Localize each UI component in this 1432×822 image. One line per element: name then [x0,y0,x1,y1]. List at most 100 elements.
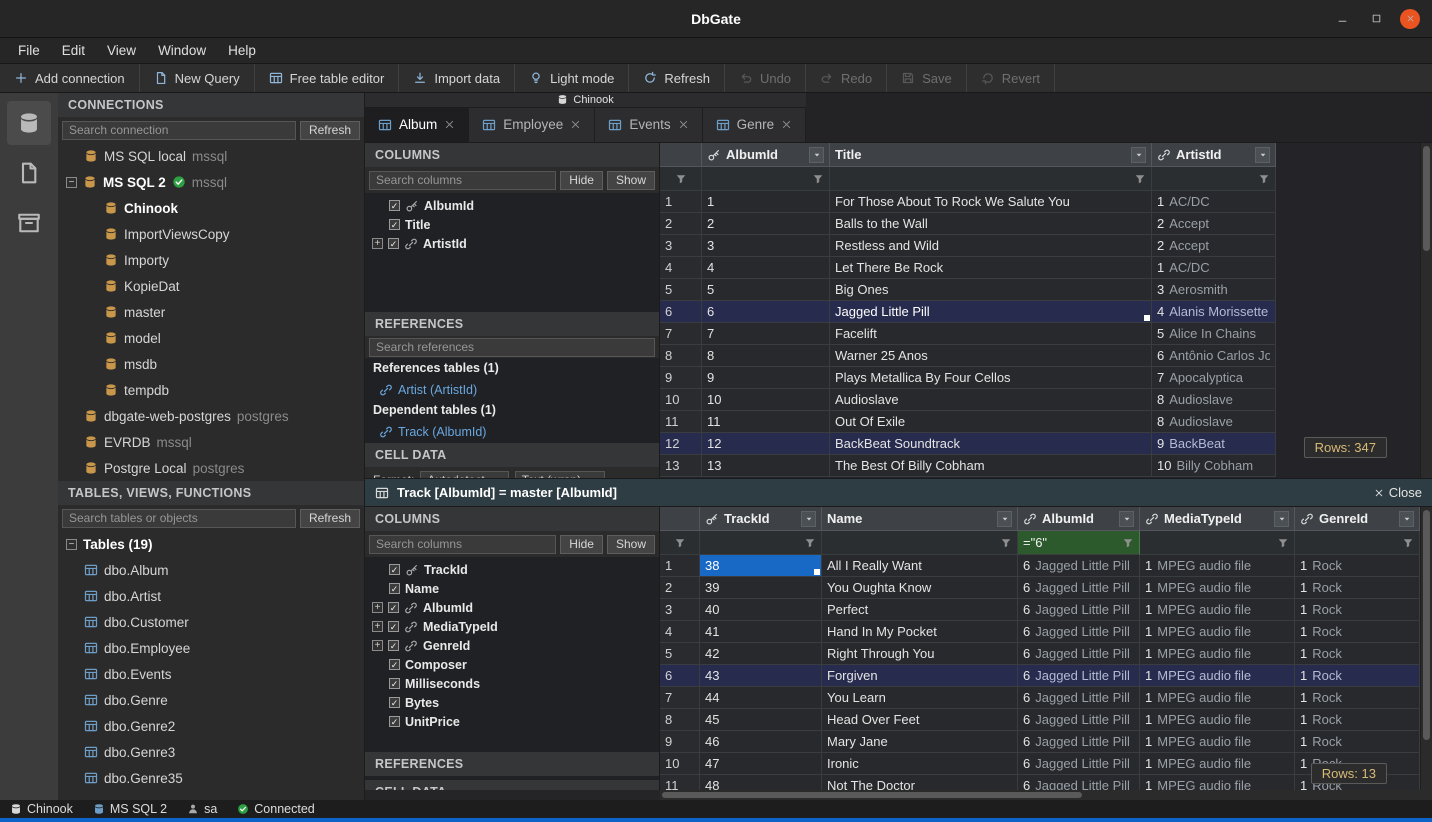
cell-title[interactable]: BackBeat Soundtrack [830,433,1152,455]
scrollbar-thumb[interactable] [1423,510,1430,740]
column-header-name[interactable]: Name [822,507,1018,531]
cell-genreid[interactable]: 1Rock [1295,643,1420,665]
table-item-dbo-events[interactable]: dbo.Events [58,661,364,687]
cell-trackid[interactable]: 43 [700,665,822,687]
row-number[interactable]: 3 [660,235,702,257]
cell-albumid[interactable]: 8 [702,345,830,367]
tab-events[interactable]: Events [595,108,702,142]
cell-trackid[interactable]: 48 [700,775,822,790]
table-item-dbo-genre3[interactable]: dbo.Genre3 [58,739,364,765]
column-item-composer[interactable]: ✓Composer [365,655,659,674]
filter-albumid[interactable]: ="6" [1018,531,1140,555]
close-tab-icon[interactable] [678,119,689,130]
cell-albumid[interactable]: 6Jagged Little Pill [1018,643,1140,665]
cell-genreid[interactable]: 1Rock [1295,709,1420,731]
activity-databases-button[interactable] [7,101,51,145]
cell-artistid[interactable]: 5Alice In Chains [1152,323,1276,345]
cell-title[interactable]: Audioslave [830,389,1152,411]
database-item-master[interactable]: master [58,299,364,325]
connection-item-evrdb[interactable]: EVRDBmssql [58,429,364,455]
menu-file[interactable]: File [8,40,50,61]
cell-mediatypeid[interactable]: 1MPEG audio file [1140,599,1295,621]
tab-genre[interactable]: Genre [703,108,807,142]
column-menu-button[interactable] [1399,511,1414,527]
cell-name[interactable]: Ironic [822,753,1018,775]
row-number[interactable]: 9 [660,731,700,753]
table-item-dbo-genre2[interactable]: dbo.Genre2 [58,713,364,739]
horizontal-scrollbar[interactable] [660,790,1432,800]
cell-trackid[interactable]: 47 [700,753,822,775]
row-number[interactable]: 3 [660,599,700,621]
connection-item-ms-sql-local[interactable]: MS SQL localmssql [58,143,364,169]
cell-title[interactable]: Let There Be Rock [830,257,1152,279]
tables-group-row[interactable]: −Tables (19) [58,531,364,557]
cell-trackid[interactable]: 38 [700,555,822,577]
column-header-albumid[interactable]: AlbumId [702,143,830,167]
row-number[interactable]: 1 [660,191,702,213]
cell-name[interactable]: Forgiven [822,665,1018,687]
column-item-bytes[interactable]: ✓Bytes [365,693,659,712]
format-select[interactable]: Autodetect [420,471,508,478]
album-columns-search-input[interactable] [369,171,556,190]
checkbox-icon[interactable]: ✓ [389,564,400,575]
table-item-dbo-artist[interactable]: dbo.Artist [58,583,364,609]
cell-genreid[interactable]: 1Rock [1295,577,1420,599]
column-menu-button[interactable] [1274,511,1289,527]
cell-title[interactable]: Balls to the Wall [830,213,1152,235]
filter-genreid[interactable] [1295,531,1420,555]
row-number[interactable]: 6 [660,301,702,323]
checkbox-icon[interactable]: ✓ [389,219,400,230]
column-menu-button[interactable] [1131,147,1146,163]
checkbox-icon[interactable]: ✓ [389,659,400,670]
column-header-trackid[interactable]: TrackId [700,507,822,531]
menu-help[interactable]: Help [218,40,266,61]
connection-item-postgre-local[interactable]: Postgre Localpostgres [58,455,364,481]
table-item-dbo-album[interactable]: dbo.Album [58,557,364,583]
close-reference-button[interactable]: Close [1374,485,1422,500]
status-connection[interactable]: MS SQL 2 [93,802,167,816]
cell-title[interactable]: Jagged Little Pill [830,301,1152,323]
minimize-button[interactable] [1332,9,1352,29]
cell-albumid[interactable]: 11 [702,411,830,433]
cell-trackid[interactable]: 45 [700,709,822,731]
database-item-chinook[interactable]: Chinook [58,195,364,221]
cell-albumid[interactable]: 6Jagged Little Pill [1018,577,1140,599]
menu-view[interactable]: View [97,40,146,61]
row-number[interactable]: 11 [660,775,700,790]
cell-albumid[interactable]: 7 [702,323,830,345]
row-number[interactable]: 4 [660,257,702,279]
column-item-milliseconds[interactable]: ✓Milliseconds [365,674,659,693]
cell-mediatypeid[interactable]: 1MPEG audio file [1140,643,1295,665]
cell-mediatypeid[interactable]: 1MPEG audio file [1140,753,1295,775]
table-item-dbo-employee[interactable]: dbo.Employee [58,635,364,661]
cell-name[interactable]: You Learn [822,687,1018,709]
column-item-trackid[interactable]: ✓TrackId [365,560,659,579]
cell-name[interactable]: Right Through You [822,643,1018,665]
checkbox-icon[interactable]: ✓ [389,678,400,689]
column-menu-button[interactable] [801,511,816,527]
reference-link-track-albumid[interactable]: Track (AlbumId) [365,421,659,442]
activity-history-button[interactable] [7,201,51,245]
album-references-search-input[interactable] [369,338,655,357]
close-button[interactable] [1400,9,1420,29]
checkbox-icon[interactable]: ✓ [388,640,399,651]
column-header-mediatypeid[interactable]: MediaTypeId [1140,507,1295,531]
cell-albumid[interactable]: 2 [702,213,830,235]
column-item-title[interactable]: ✓Title [365,215,659,234]
cell-mediatypeid[interactable]: 1MPEG audio file [1140,775,1295,790]
close-tab-icon[interactable] [570,119,581,130]
connection-item-dbgate-web-postgres[interactable]: dbgate-web-postgrespostgres [58,403,364,429]
connections-search-input[interactable] [62,121,296,140]
cell-albumid[interactable]: 6Jagged Little Pill [1018,709,1140,731]
cell-name[interactable]: Not The Doctor [822,775,1018,790]
checkbox-icon[interactable]: ✓ [389,697,400,708]
cell-albumid[interactable]: 3 [702,235,830,257]
table-item-dbo-customer[interactable]: dbo.Customer [58,609,364,635]
cell-albumid[interactable]: 6Jagged Little Pill [1018,621,1140,643]
cell-albumid[interactable]: 6Jagged Little Pill [1018,665,1140,687]
database-item-model[interactable]: model [58,325,364,351]
column-header-genreid[interactable]: GenreId [1295,507,1420,531]
cell-albumid[interactable]: 6 [702,301,830,323]
column-item-mediatypeid[interactable]: +✓MediaTypeId [365,617,659,636]
cell-trackid[interactable]: 42 [700,643,822,665]
